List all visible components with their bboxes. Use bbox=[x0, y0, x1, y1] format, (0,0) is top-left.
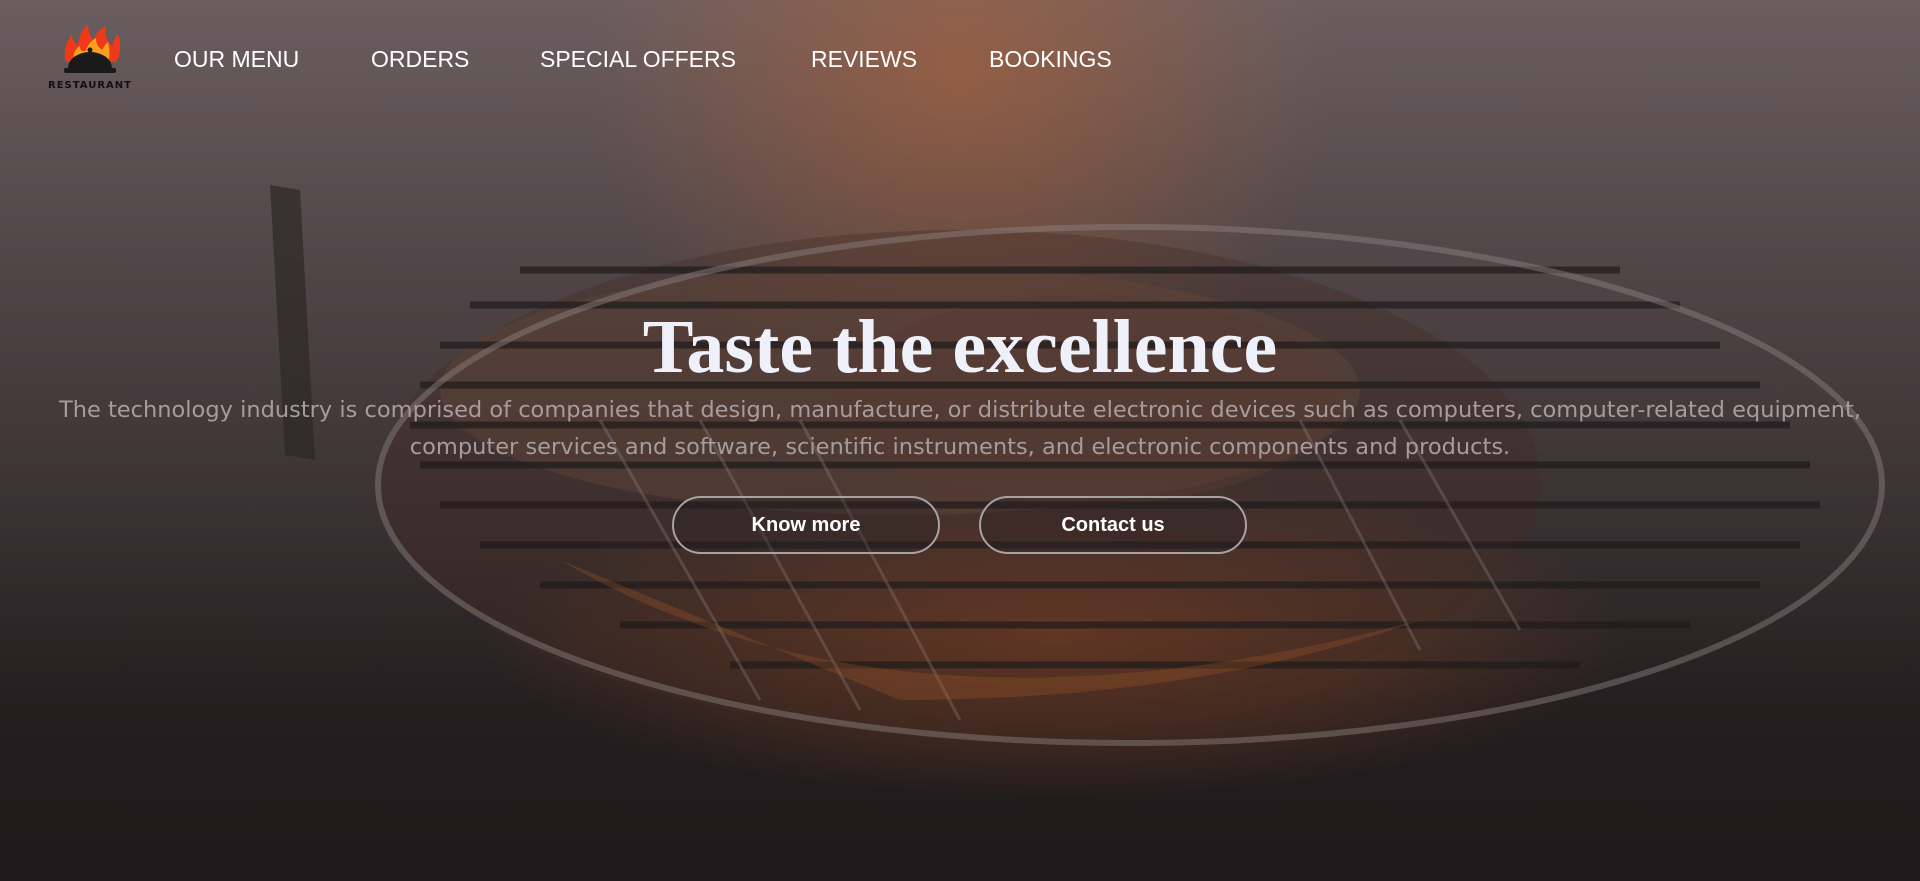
hero-description: The technology industry is comprised of … bbox=[58, 397, 1862, 460]
hero-title: Taste the excellence bbox=[642, 305, 1278, 389]
nav-item-our-menu[interactable]: OUR MENU bbox=[174, 46, 299, 73]
flaming-cloche-icon bbox=[64, 24, 121, 73]
nav-item-reviews[interactable]: REVIEWS bbox=[811, 46, 917, 73]
logo-text: RESTAURANT bbox=[48, 80, 132, 91]
nav-item-special-offers[interactable]: SPECIAL OFFERS bbox=[540, 46, 736, 73]
know-more-button[interactable]: Know more bbox=[672, 496, 940, 554]
nav-item-orders[interactable]: ORDERS bbox=[371, 46, 469, 73]
nav-item-bookings[interactable]: BOOKINGS bbox=[989, 46, 1112, 73]
restaurant-logo[interactable]: RESTAURANT bbox=[44, 22, 136, 98]
top-navigation: RESTAURANT OUR MENU ORDERS SPECIAL OFFER… bbox=[0, 0, 1920, 110]
contact-us-button[interactable]: Contact us bbox=[979, 496, 1247, 554]
